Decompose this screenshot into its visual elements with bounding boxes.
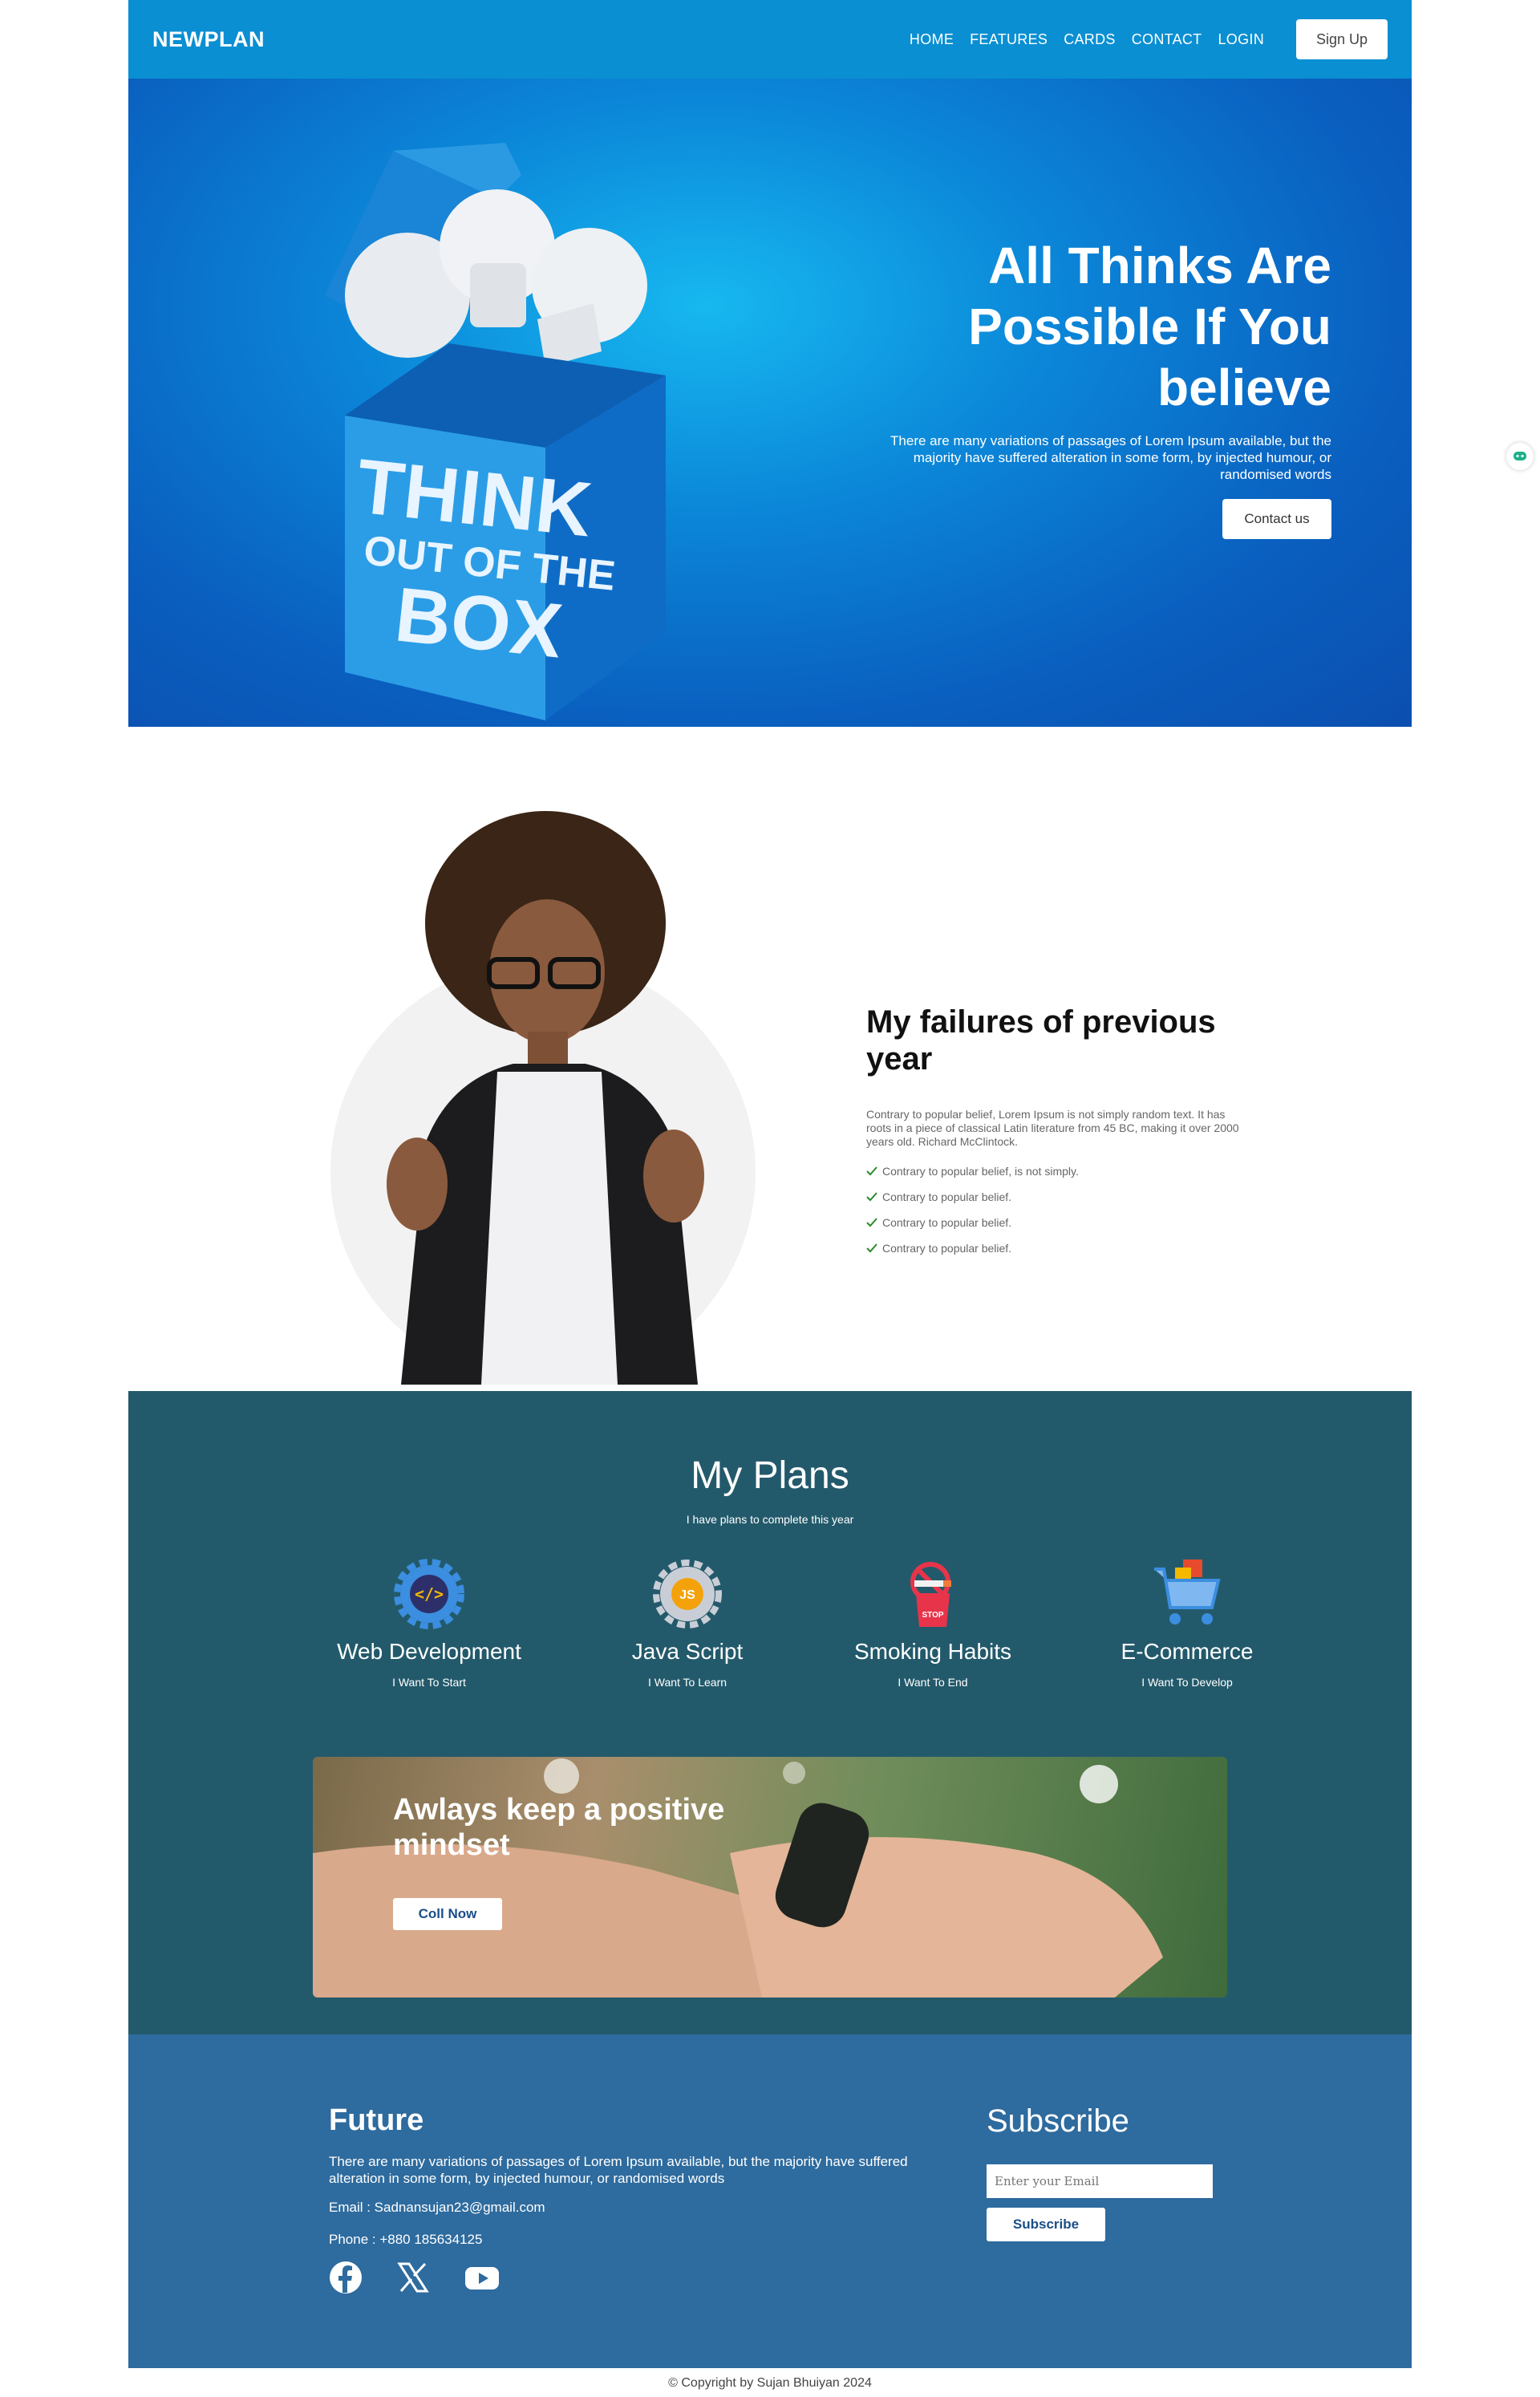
footer: Future There are many variations of pass… bbox=[128, 2034, 1412, 2368]
copyright: © Copyright by Sujan Bhuiyan 2024 bbox=[0, 2376, 1540, 2391]
plan-desc: I Want To Learn bbox=[647, 1676, 727, 1689]
mindset-banner: Awlays keep a positive mindset Coll Now bbox=[313, 1757, 1227, 1998]
plan-card-smoking-habits: STOP Smoking Habits I Want To End bbox=[829, 1558, 1037, 1689]
no-smoking-icon: STOP bbox=[910, 1562, 951, 1627]
youtube-icon[interactable] bbox=[464, 2261, 500, 2294]
check-icon bbox=[866, 1192, 877, 1202]
plans-subtitle: I have plans to complete this year bbox=[686, 1513, 854, 1526]
subscribe-email-input[interactable] bbox=[987, 2164, 1213, 2198]
check-icon bbox=[866, 1166, 877, 1176]
contact-phone: Phone : +880 185634125 bbox=[329, 2232, 483, 2247]
svg-text:JS: JS bbox=[679, 1588, 695, 1602]
code-gear-icon: </> bbox=[394, 1559, 464, 1629]
hero-title: All Thinks Are Possible If You believe bbox=[968, 237, 1331, 416]
subscribe-title: Subscribe bbox=[987, 2103, 1129, 2139]
hero-subtitle: There are many variations of passages of… bbox=[890, 433, 1331, 482]
nav-contact-link[interactable]: CONTACT bbox=[1132, 31, 1202, 48]
check-item-label: Contrary to popular belief. bbox=[882, 1242, 1012, 1255]
call-now-button[interactable]: Coll Now bbox=[393, 1898, 502, 1930]
think-box-illustration: THINK OUT OF THE BOX bbox=[325, 143, 666, 720]
contact-us-button[interactable]: Contact us bbox=[1222, 499, 1331, 539]
plan-desc: I Want To End bbox=[898, 1676, 968, 1689]
copyright-icon: © bbox=[668, 2376, 678, 2390]
nav-cards-link[interactable]: CARDS bbox=[1064, 31, 1116, 48]
subscribe-button[interactable]: Subscribe bbox=[987, 2208, 1105, 2241]
plan-name: Smoking Habits bbox=[853, 1639, 1012, 1664]
navbar: NEWPLAN HOME FEATURES CARDS CONTACT LOGI… bbox=[128, 0, 1412, 79]
check-item: Contrary to popular belief, is not simpl… bbox=[866, 1158, 1243, 1184]
check-icon bbox=[866, 1243, 877, 1253]
social-links bbox=[329, 2261, 500, 2294]
x-twitter-icon[interactable] bbox=[396, 2261, 430, 2294]
svg-text:STOP: STOP bbox=[922, 1611, 943, 1620]
plan-name: Java Script bbox=[631, 1639, 744, 1664]
js-gear-icon: JS bbox=[653, 1559, 722, 1628]
check-item-label: Contrary to popular belief. bbox=[882, 1216, 1012, 1229]
check-icon bbox=[866, 1218, 877, 1227]
plan-name: E-Commerce bbox=[1121, 1639, 1254, 1664]
check-item-label: Contrary to popular belief, is not simpl… bbox=[882, 1165, 1079, 1178]
plan-name: Web Development bbox=[337, 1639, 521, 1664]
nav-features-link[interactable]: FEATURES bbox=[970, 31, 1048, 48]
check-item: Contrary to popular belief. bbox=[866, 1184, 1243, 1210]
check-item: Contrary to popular belief. bbox=[866, 1235, 1243, 1261]
check-item: Contrary to popular belief. bbox=[866, 1210, 1243, 1235]
shopping-cart-icon bbox=[1154, 1559, 1221, 1624]
plan-desc: I Want To Start bbox=[392, 1676, 466, 1689]
woman-portrait bbox=[387, 811, 704, 1385]
signup-button[interactable]: Sign Up bbox=[1296, 19, 1388, 59]
checklist: Contrary to popular belief, is not simpl… bbox=[866, 1158, 1243, 1261]
check-item-label: Contrary to popular belief. bbox=[882, 1190, 1012, 1203]
plan-desc: I Want To Develop bbox=[1141, 1676, 1233, 1689]
nav-links: HOME FEATURES CARDS CONTACT LOGIN Sign U… bbox=[910, 19, 1388, 59]
facebook-icon[interactable] bbox=[329, 2261, 363, 2294]
future-paragraph: There are many variations of passages of… bbox=[329, 2154, 908, 2186]
copyright-text: Copyright by Sujan Bhuiyan 2024 bbox=[681, 2376, 872, 2390]
brand-logo[interactable]: NEWPLAN bbox=[152, 27, 265, 52]
box-text-box: BOX bbox=[391, 571, 566, 674]
future-title: Future bbox=[329, 2103, 424, 2137]
svg-text:</>: </> bbox=[415, 1584, 444, 1604]
nav-home-link[interactable]: HOME bbox=[910, 31, 954, 48]
plans-section: My Plans I have plans to complete this y… bbox=[128, 1391, 1412, 2034]
failures-section: My failures of previous year Contrary to… bbox=[128, 727, 1412, 1391]
plan-card-e-commerce: E-Commerce I Want To Develop bbox=[1083, 1558, 1291, 1689]
plan-card-web-development: </> Web Development I Want To Start bbox=[325, 1558, 533, 1689]
failures-text: My failures of previous year Contrary to… bbox=[866, 1004, 1243, 1261]
failures-title: My failures of previous year bbox=[866, 1004, 1216, 1077]
contact-email: Email : Sadnansujan23@gmail.com bbox=[329, 2200, 545, 2215]
banner-title: Awlays keep a positive mindset bbox=[393, 1793, 725, 1862]
hero-text: All Thinks Are Possible If You believe T… bbox=[882, 235, 1331, 539]
plans-title: My Plans bbox=[691, 1454, 849, 1497]
failures-paragraph: Contrary to popular belief, Lorem Ipsum … bbox=[866, 1108, 1239, 1148]
chat-widget-icon[interactable] bbox=[1506, 443, 1534, 470]
nav-login-link[interactable]: LOGIN bbox=[1218, 31, 1264, 48]
plan-card-java-script: JS Java Script I Want To Learn bbox=[583, 1558, 792, 1689]
hero-section: THINK OUT OF THE BOX All Thinks Are Poss… bbox=[128, 79, 1412, 727]
